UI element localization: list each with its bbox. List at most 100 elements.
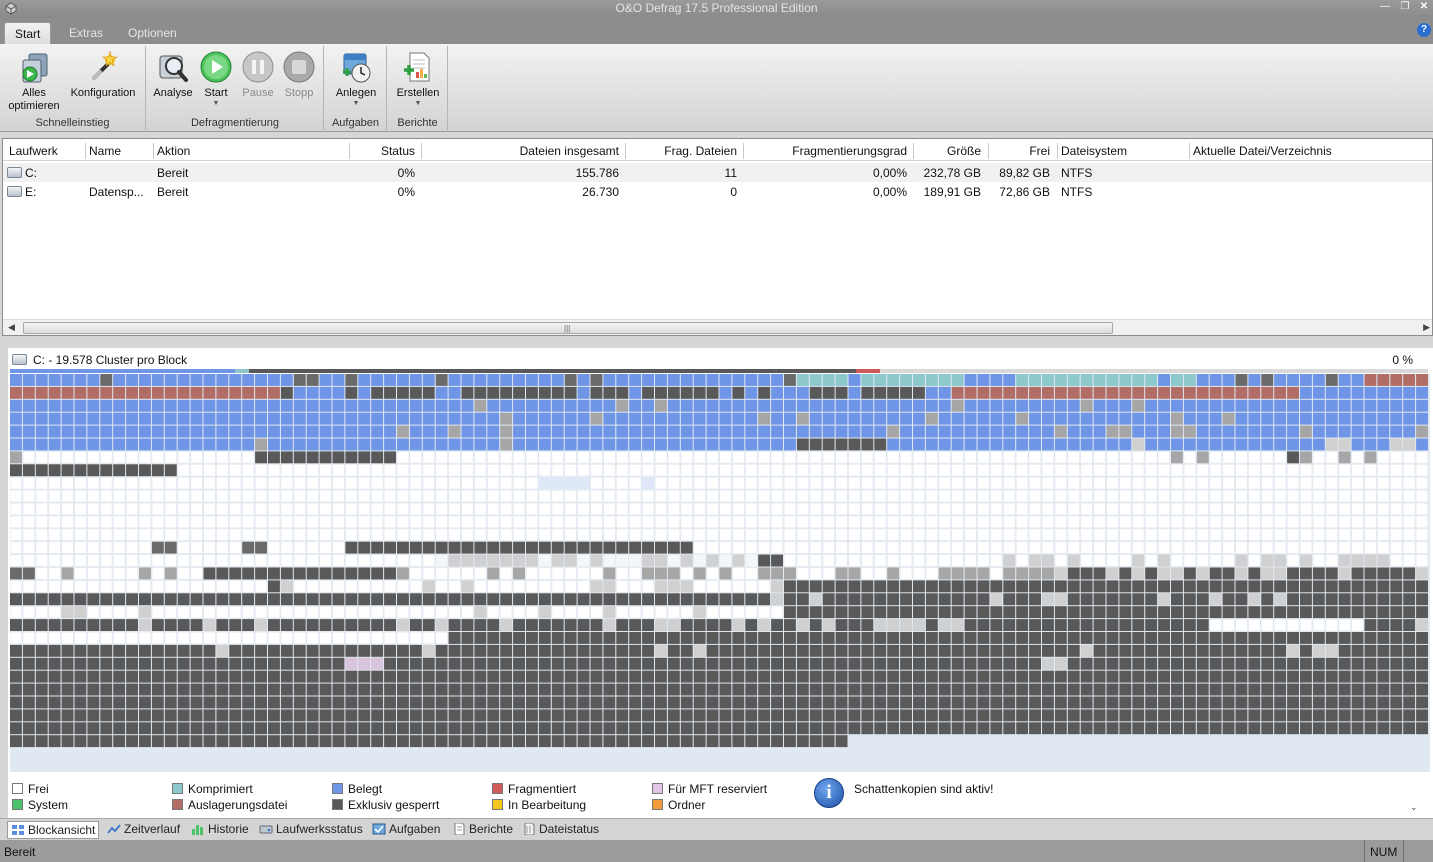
- cluster-block: [177, 670, 190, 683]
- tab-dateistatus[interactable]: Dateistatus: [519, 821, 602, 839]
- cluster-block: [1002, 502, 1016, 516]
- cluster-block: [61, 670, 74, 683]
- col-groesse[interactable]: Größe: [917, 144, 981, 158]
- analyse-button[interactable]: Analyse: [151, 50, 195, 100]
- col-frei[interactable]: Frei: [992, 144, 1050, 158]
- tab-berichte[interactable]: Berichte: [449, 821, 516, 839]
- pause-button[interactable]: Pause: [239, 50, 277, 100]
- col-aktuelle-datei[interactable]: Aktuelle Datei/Verzeichnis: [1193, 144, 1332, 158]
- col-fragmentierungsgrad[interactable]: Fragmentierungsgrad: [747, 144, 907, 158]
- cluster-block: [216, 657, 229, 670]
- cluster-block: [293, 374, 306, 386]
- erstellen-button[interactable]: Erstellen ▼: [392, 50, 444, 108]
- cluster-block: [796, 580, 809, 593]
- cluster-block: [1002, 541, 1016, 555]
- cluster-block: [1274, 567, 1287, 580]
- tab-historie[interactable]: Historie: [188, 821, 252, 839]
- tab-optionen[interactable]: Optionen: [118, 22, 187, 44]
- close-icon[interactable]: ✕: [1418, 1, 1430, 13]
- anlegen-button[interactable]: Anlegen ▼: [329, 50, 383, 108]
- cluster-block: [61, 476, 74, 490]
- col-laufwerk[interactable]: Laufwerk: [9, 144, 58, 158]
- tab-aufgaben[interactable]: Aufgaben: [369, 821, 443, 839]
- cluster-block: [1300, 374, 1312, 386]
- tab-blockansicht[interactable]: Blockansicht: [7, 821, 100, 839]
- cluster-map[interactable]: [10, 374, 1430, 772]
- col-aktion[interactable]: Aktion: [157, 144, 190, 158]
- cluster-block: [757, 515, 771, 529]
- cluster-block: [1145, 580, 1158, 593]
- cluster-block: [48, 425, 61, 438]
- restore-icon[interactable]: ❐: [1399, 1, 1411, 13]
- cluster-block: [1261, 567, 1274, 580]
- anlegen-dropdown-icon[interactable]: ▼: [329, 100, 383, 108]
- cluster-block: [822, 386, 835, 399]
- col-dateien[interactable]: Dateien insgesamt: [425, 144, 619, 158]
- cluster-block: [61, 709, 74, 722]
- erstellen-dropdown-icon[interactable]: ▼: [392, 100, 444, 108]
- cluster-block: [473, 528, 487, 542]
- cluster-block: [1054, 657, 1067, 670]
- cluster-block: [254, 554, 268, 568]
- cluster-block: [538, 722, 551, 735]
- cluster-block: [35, 722, 48, 735]
- cluster-block: [229, 399, 242, 412]
- tab-zeitverlauf[interactable]: Zeitverlauf: [104, 821, 183, 839]
- chevron-down-icon[interactable]: ⌄: [1410, 802, 1418, 813]
- cluster-block: [1312, 515, 1326, 529]
- horizontal-scrollbar[interactable]: ◀ ||| ▶: [3, 319, 1432, 335]
- cluster-block: [1003, 632, 1016, 644]
- cluster-block: [900, 374, 912, 386]
- cluster-block: [86, 476, 100, 490]
- cluster-block: [1067, 425, 1080, 438]
- group-schnelleinstieg: Alles optimieren Konfiguration Schnellei…: [0, 46, 146, 130]
- cluster-block: [1171, 657, 1183, 670]
- cluster-block: [74, 528, 87, 542]
- col-dateisystem[interactable]: Dateisystem: [1061, 144, 1127, 158]
- cluster-block: [693, 374, 706, 386]
- cluster-block: [461, 425, 474, 438]
- start-dropdown-icon[interactable]: ▼: [197, 100, 235, 108]
- start-button[interactable]: Start ▼: [197, 50, 235, 108]
- col-frag-dateien[interactable]: Frag. Dateien: [629, 144, 737, 158]
- cluster-block: [87, 464, 100, 477]
- cluster-block: [1003, 722, 1016, 735]
- cluster-block: [397, 683, 409, 696]
- cluster-block: [951, 644, 964, 657]
- cluster-block: [719, 619, 732, 631]
- col-name[interactable]: Name: [89, 144, 121, 158]
- cluster-block: [306, 657, 319, 670]
- cluster-block: [487, 619, 500, 631]
- minimize-icon[interactable]: —: [1379, 1, 1391, 13]
- scroll-left-icon[interactable]: ◀: [8, 322, 15, 333]
- help-icon[interactable]: ?: [1417, 23, 1431, 37]
- cluster-block: [577, 619, 590, 631]
- cluster-block: [151, 541, 164, 554]
- drive-row-c[interactable]: C: Bereit 0% 155.786 11 0,00% 232,78 GB …: [3, 163, 1432, 182]
- cluster-block: [654, 605, 668, 619]
- tab-start[interactable]: Start: [4, 22, 52, 44]
- optimize-all-button[interactable]: Alles optimieren: [4, 50, 64, 113]
- cluster-block: [1261, 644, 1274, 657]
- tab-extras[interactable]: Extras: [59, 22, 113, 44]
- cluster-block: [422, 386, 435, 399]
- stop-button[interactable]: Stopp: [280, 50, 318, 100]
- cluster-block: [1196, 502, 1210, 516]
- cluster-block: [1131, 463, 1145, 477]
- cluster-block: [1222, 476, 1235, 490]
- cluster-block: [719, 489, 732, 503]
- cluster-block: [835, 412, 848, 425]
- swatch: [652, 799, 663, 810]
- cluster-block: [913, 657, 925, 670]
- tab-laufwerksstatus[interactable]: Laufwerksstatus: [256, 821, 366, 839]
- cluster-block: [448, 515, 462, 529]
- configuration-button[interactable]: Konfiguration: [66, 50, 140, 100]
- cluster-block: [990, 696, 1003, 709]
- drive-row-e[interactable]: E: Datensp... Bereit 0% 26.730 0 0,00% 1…: [3, 182, 1432, 201]
- cluster-block: [913, 632, 925, 644]
- cluster-block: [848, 489, 861, 503]
- scroll-right-icon[interactable]: ▶: [1423, 322, 1430, 333]
- cluster-block: [1248, 644, 1261, 657]
- col-status[interactable]: Status: [353, 144, 415, 158]
- scrollbar-thumb[interactable]: |||: [23, 322, 1113, 334]
